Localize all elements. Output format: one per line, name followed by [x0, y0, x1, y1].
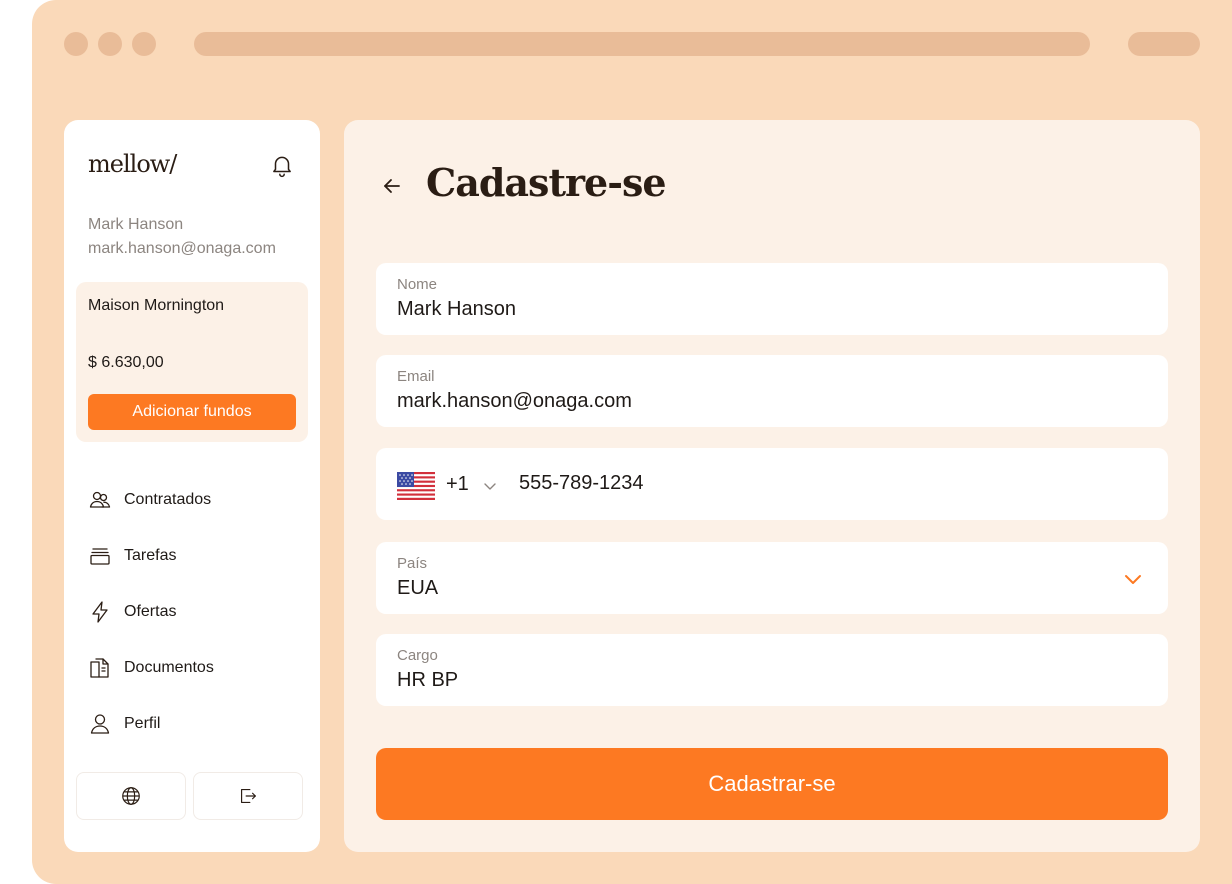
- account-balance: $ 6.630,00: [88, 354, 164, 371]
- phone-field[interactable]: +1 555-789-1234: [376, 448, 1168, 520]
- sidebar-item-label: Contratados: [124, 491, 212, 508]
- us-flag-icon[interactable]: [397, 472, 435, 500]
- sidebar-item-tarefas[interactable]: Tarefas: [88, 528, 298, 584]
- address-bar[interactable]: [194, 32, 1090, 56]
- sidebar-item-perfil[interactable]: Perfil: [88, 696, 298, 752]
- logout-icon: [240, 788, 256, 804]
- users-icon: [89, 491, 111, 508]
- page-title: Cadastre-se: [426, 160, 667, 205]
- role-field[interactable]: Cargo HR BP: [376, 634, 1168, 706]
- name-field[interactable]: Nome Mark Hanson: [376, 263, 1168, 335]
- signup-button[interactable]: Cadastrar-se: [376, 748, 1168, 820]
- role-label: Cargo: [397, 647, 438, 664]
- signup-panel: Cadastre-se Nome Mark Hanson Email mark.…: [344, 120, 1200, 852]
- role-input[interactable]: HR BP: [397, 669, 458, 692]
- sidebar-item-label: Perfil: [124, 715, 161, 732]
- email-label: Email: [397, 368, 435, 385]
- add-funds-button[interactable]: Adicionar fundos: [88, 394, 296, 430]
- window-control-close[interactable]: [64, 32, 88, 56]
- country-label: País: [397, 555, 428, 572]
- chevron-down-icon[interactable]: [482, 478, 498, 494]
- country-value[interactable]: EUA: [397, 577, 438, 600]
- phone-input[interactable]: 555-789-1234: [519, 472, 644, 495]
- window-control-maximize[interactable]: [132, 32, 156, 56]
- account-name: Maison Mornington: [88, 297, 225, 314]
- email-field[interactable]: Email mark.hanson@onaga.com: [376, 355, 1168, 427]
- dial-code[interactable]: +1: [446, 473, 469, 496]
- sidebar-item-ofertas[interactable]: Ofertas: [88, 584, 298, 640]
- bell-icon[interactable]: [269, 152, 295, 178]
- account-card: Maison Mornington $ 6.630,00 Adicionar f…: [76, 282, 308, 442]
- documents-icon: [90, 658, 109, 678]
- sidebar-item-label: Documentos: [124, 659, 214, 676]
- name-label: Nome: [397, 276, 438, 293]
- user-email: mark.hanson@onaga.com: [88, 240, 276, 257]
- email-input[interactable]: mark.hanson@onaga.com: [397, 390, 632, 413]
- name-input[interactable]: Mark Hanson: [397, 298, 516, 321]
- lightning-icon: [92, 601, 108, 623]
- user-name: Mark Hanson: [88, 216, 184, 233]
- browser-window: mellow/ Mark Hanson mark.hanson@onaga.co…: [32, 0, 1232, 884]
- language-button[interactable]: [76, 772, 186, 820]
- window-titlebar: [32, 32, 1232, 56]
- sidebar-item-contratados[interactable]: Contratados: [88, 472, 298, 528]
- back-arrow-icon[interactable]: [380, 174, 404, 198]
- stack-icon: [90, 548, 110, 565]
- sidebar-item-documentos[interactable]: Documentos: [88, 640, 298, 696]
- logout-button[interactable]: [193, 772, 303, 820]
- sidebar-item-label: Ofertas: [124, 603, 177, 620]
- brand-logo[interactable]: mellow/: [88, 150, 177, 178]
- chevron-down-icon[interactable]: [1122, 568, 1144, 590]
- window-control-minimize[interactable]: [98, 32, 122, 56]
- sidebar: mellow/ Mark Hanson mark.hanson@onaga.co…: [64, 120, 320, 852]
- country-select[interactable]: País EUA: [376, 542, 1168, 614]
- sidebar-item-label: Tarefas: [124, 547, 177, 564]
- window-action-pill[interactable]: [1128, 32, 1200, 56]
- user-icon: [90, 714, 110, 734]
- globe-icon: [122, 787, 140, 805]
- sidebar-nav: Contratados Tarefas Ofertas Documentos P…: [88, 472, 298, 752]
